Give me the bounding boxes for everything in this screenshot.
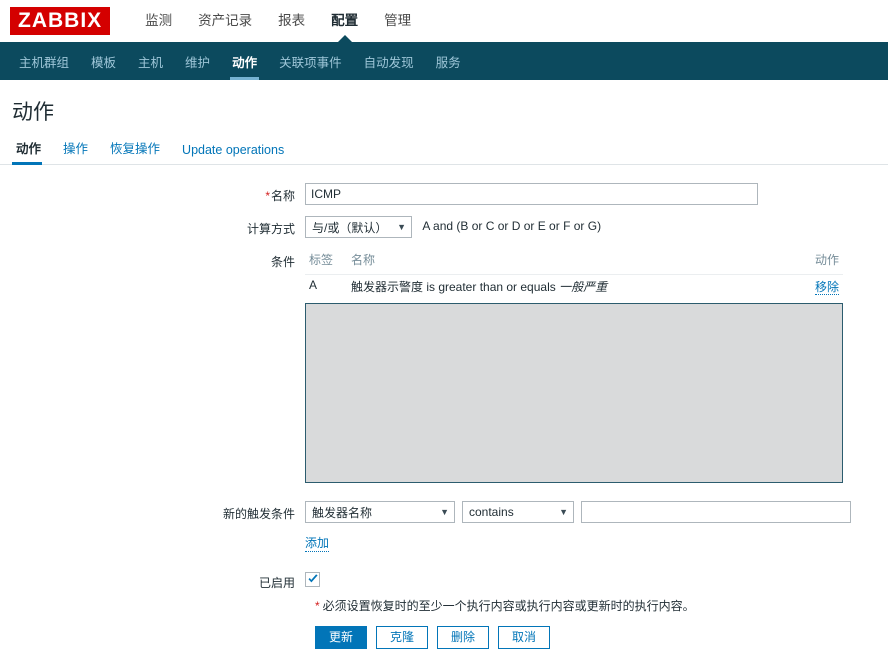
enabled-checkbox[interactable] <box>305 572 320 587</box>
label-new-condition: 新的触发条件 <box>222 507 295 521</box>
chevron-down-icon: ▼ <box>440 507 449 517</box>
conditions-table-header-row: 标签 名称 动作 <box>305 249 843 275</box>
top-header: ZABBIX 监测 资产记录 报表 配置 管理 <box>0 0 888 42</box>
add-condition-link[interactable]: 添加 <box>305 534 330 552</box>
new-condition-value-input[interactable] <box>581 501 851 523</box>
check-icon <box>308 574 318 583</box>
cancel-button[interactable]: 取消 <box>498 626 550 649</box>
chevron-down-icon: ▼ <box>397 222 406 232</box>
subnav-item-discovery[interactable]: 自动发现 <box>353 42 425 80</box>
zabbix-logo[interactable]: ZABBIX <box>10 7 111 35</box>
required-marker: * <box>315 599 320 613</box>
conditions-overlay-area <box>305 303 843 483</box>
new-condition-operator-select[interactable]: contains ▼ <box>462 501 574 523</box>
main-navigation: 监测 资产记录 报表 配置 管理 <box>132 0 424 42</box>
condition-name-prefix: 触发器示警度 is greater than or equals <box>351 280 560 294</box>
subnav-item-templates[interactable]: 模板 <box>80 42 127 80</box>
field-row-conditions: 条件 标签 名称 动作 A 触发器示警度 is greater than or … <box>0 249 888 483</box>
name-input[interactable] <box>305 183 758 205</box>
subnav-item-hosts[interactable]: 主机 <box>127 42 174 80</box>
subnav-item-actions[interactable]: 动作 <box>221 42 268 80</box>
calculation-select-value: 与/或（默认） <box>312 220 388 235</box>
condition-remove-link[interactable]: 移除 <box>814 280 839 295</box>
chevron-down-icon: ▼ <box>559 507 568 517</box>
condition-name-value: 一般严重 <box>559 280 608 294</box>
mainnav-item-monitoring[interactable]: 监测 <box>132 0 185 42</box>
clone-button[interactable]: 克隆 <box>376 626 428 649</box>
update-button[interactable]: 更新 <box>315 626 367 649</box>
condition-tag: A <box>309 278 318 292</box>
col-header-name: 名称 <box>347 249 790 275</box>
tab-update-operations[interactable]: Update operations <box>171 143 295 164</box>
field-row-calculation: 计算方式 与/或（默认） ▼ A and (B or C or D or E o… <box>0 216 888 238</box>
col-header-tag: 标签 <box>305 249 347 275</box>
subnav-item-services[interactable]: 服务 <box>425 42 472 80</box>
label-enabled: 已启用 <box>258 576 295 590</box>
required-marker: * <box>265 189 270 203</box>
tab-operations[interactable]: 操作 <box>52 138 99 164</box>
tab-action[interactable]: 动作 <box>12 138 52 165</box>
new-condition-type-value: 触发器名称 <box>312 505 373 520</box>
subnav-item-maintenance[interactable]: 维护 <box>174 42 221 80</box>
form-tabs: 动作 操作 恢复操作 Update operations <box>0 138 888 165</box>
col-header-action: 动作 <box>789 249 843 275</box>
formula-text: A and (B or C or D or E or F or G) <box>422 219 602 233</box>
condition-name: 触发器示警度 is greater than or equals 一般严重 <box>347 275 789 302</box>
mainnav-item-inventory[interactable]: 资产记录 <box>185 0 265 42</box>
page-title: 动作 <box>12 101 54 124</box>
new-condition-operator-value: contains <box>469 505 514 519</box>
new-condition-controls: 触发器名称 ▼ contains ▼ <box>305 501 888 523</box>
subnav-item-host-groups[interactable]: 主机群组 <box>8 42 80 80</box>
action-form: *名称 计算方式 与/或（默认） ▼ A and (B or C or D or… <box>0 165 888 649</box>
calculation-select[interactable]: 与/或（默认） ▼ <box>305 216 412 238</box>
footnote-text: 必须设置恢复时的至少一个执行内容或执行内容或更新时的执行内容。 <box>322 599 695 613</box>
label-name: *名称 <box>265 189 295 203</box>
table-row: A 触发器示警度 is greater than or equals 一般严重 … <box>305 275 843 302</box>
tab-recovery-operations[interactable]: 恢复操作 <box>99 138 171 164</box>
field-row-enabled: 已启用 <box>0 570 888 591</box>
form-footnote: * 必须设置恢复时的至少一个执行内容或执行内容或更新时的执行内容。 <box>315 591 888 614</box>
field-row-new-condition: 新的触发条件 触发器名称 ▼ contains ▼ 添加 <box>0 501 888 552</box>
sub-navigation: 主机群组 模板 主机 维护 动作 关联项事件 自动发现 服务 <box>0 42 888 80</box>
subnav-item-correlation[interactable]: 关联项事件 <box>268 42 353 80</box>
mainnav-item-reports[interactable]: 报表 <box>265 0 318 42</box>
new-condition-type-select[interactable]: 触发器名称 ▼ <box>305 501 455 523</box>
label-calculation: 计算方式 <box>246 222 295 236</box>
mainnav-item-configuration[interactable]: 配置 <box>318 0 371 42</box>
field-row-name: *名称 <box>0 183 888 205</box>
form-button-row: 更新 克隆 删除 取消 <box>315 614 888 649</box>
mainnav-item-administration[interactable]: 管理 <box>371 0 424 42</box>
delete-button[interactable]: 删除 <box>437 626 489 649</box>
conditions-table: 标签 名称 动作 A 触发器示警度 is greater than or equ… <box>305 249 843 301</box>
label-conditions: 条件 <box>270 255 295 269</box>
conditions-table-wrap: 标签 名称 动作 A 触发器示警度 is greater than or equ… <box>305 249 843 483</box>
